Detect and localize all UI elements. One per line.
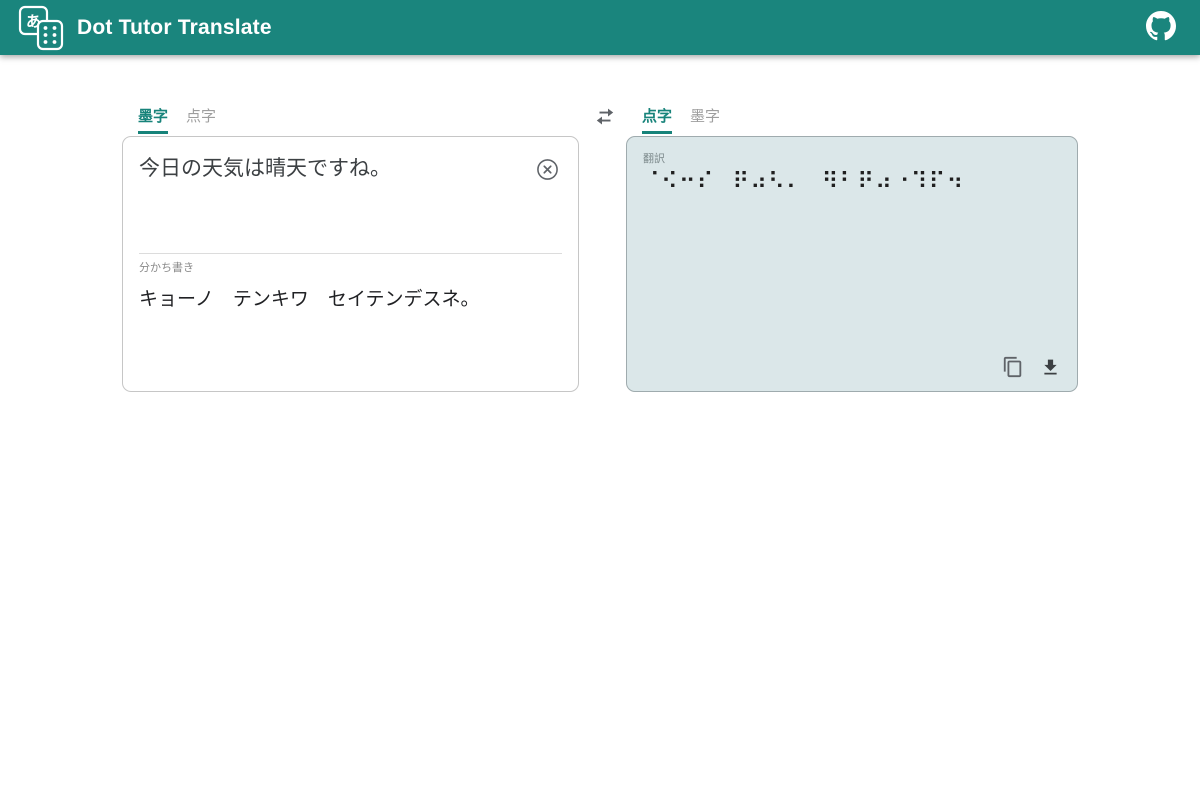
reading-label: 分かち書き [139, 259, 562, 275]
app-logo-icon: あ [18, 5, 64, 51]
download-icon [1040, 366, 1061, 381]
reading-divider [139, 253, 562, 254]
github-link-button[interactable] [1140, 7, 1182, 49]
github-icon [1146, 11, 1176, 44]
target-tabs: 点字 墨字 [626, 105, 1078, 136]
reading-text: キョーノ テンキワ セイテンデスネ。 [139, 284, 562, 311]
target-tab-tenji[interactable]: 点字 [642, 105, 672, 134]
translator-main: 墨字 点字 今日の天気は晴天ですね。 分かち書き キョーノ テンキワ セイテンデ… [122, 105, 1078, 392]
input-row: 今日の天気は晴天ですね。 [139, 155, 562, 253]
source-input-panel[interactable]: 今日の天気は晴天ですね。 分かち書き キョーノ テンキワ セイテンデスネ。 [122, 136, 579, 392]
copy-icon [1002, 366, 1024, 381]
source-section: 墨字 点字 今日の天気は晴天ですね。 分かち書き キョーノ テンキワ セイテンデ… [122, 105, 579, 392]
source-tabs: 墨字 点字 [122, 105, 579, 136]
app-header: あ Dot Tutor Translate [0, 0, 1200, 55]
output-actions [1000, 354, 1063, 380]
output-label: 翻訳 [643, 150, 1061, 166]
braille-output-panel: 翻訳 ⠈⠪⠒⠎⠀⠟⠴⠣⠄⠀⠻⠃⠟⠴⠐⠹⠏⠲ [626, 136, 1078, 392]
clear-circle-icon [535, 170, 560, 185]
source-text-input[interactable]: 今日の天気は晴天ですね。 [139, 155, 527, 183]
source-tab-sumiji[interactable]: 墨字 [138, 105, 168, 134]
page-title: Dot Tutor Translate [77, 16, 272, 40]
target-section: 点字 墨字 翻訳 ⠈⠪⠒⠎⠀⠟⠴⠣⠄⠀⠻⠃⠟⠴⠐⠹⠏⠲ [626, 105, 1078, 392]
clear-input-button[interactable] [535, 157, 560, 182]
swap-horizontal-icon [592, 117, 618, 132]
source-tab-tenji[interactable]: 点字 [186, 105, 216, 134]
copy-output-button[interactable] [1000, 354, 1026, 380]
swap-direction-button[interactable] [590, 105, 620, 131]
target-tab-sumiji[interactable]: 墨字 [690, 105, 720, 134]
braille-output-text: ⠈⠪⠒⠎⠀⠟⠴⠣⠄⠀⠻⠃⠟⠴⠐⠹⠏⠲ [643, 169, 1061, 195]
download-output-button[interactable] [1038, 355, 1063, 380]
